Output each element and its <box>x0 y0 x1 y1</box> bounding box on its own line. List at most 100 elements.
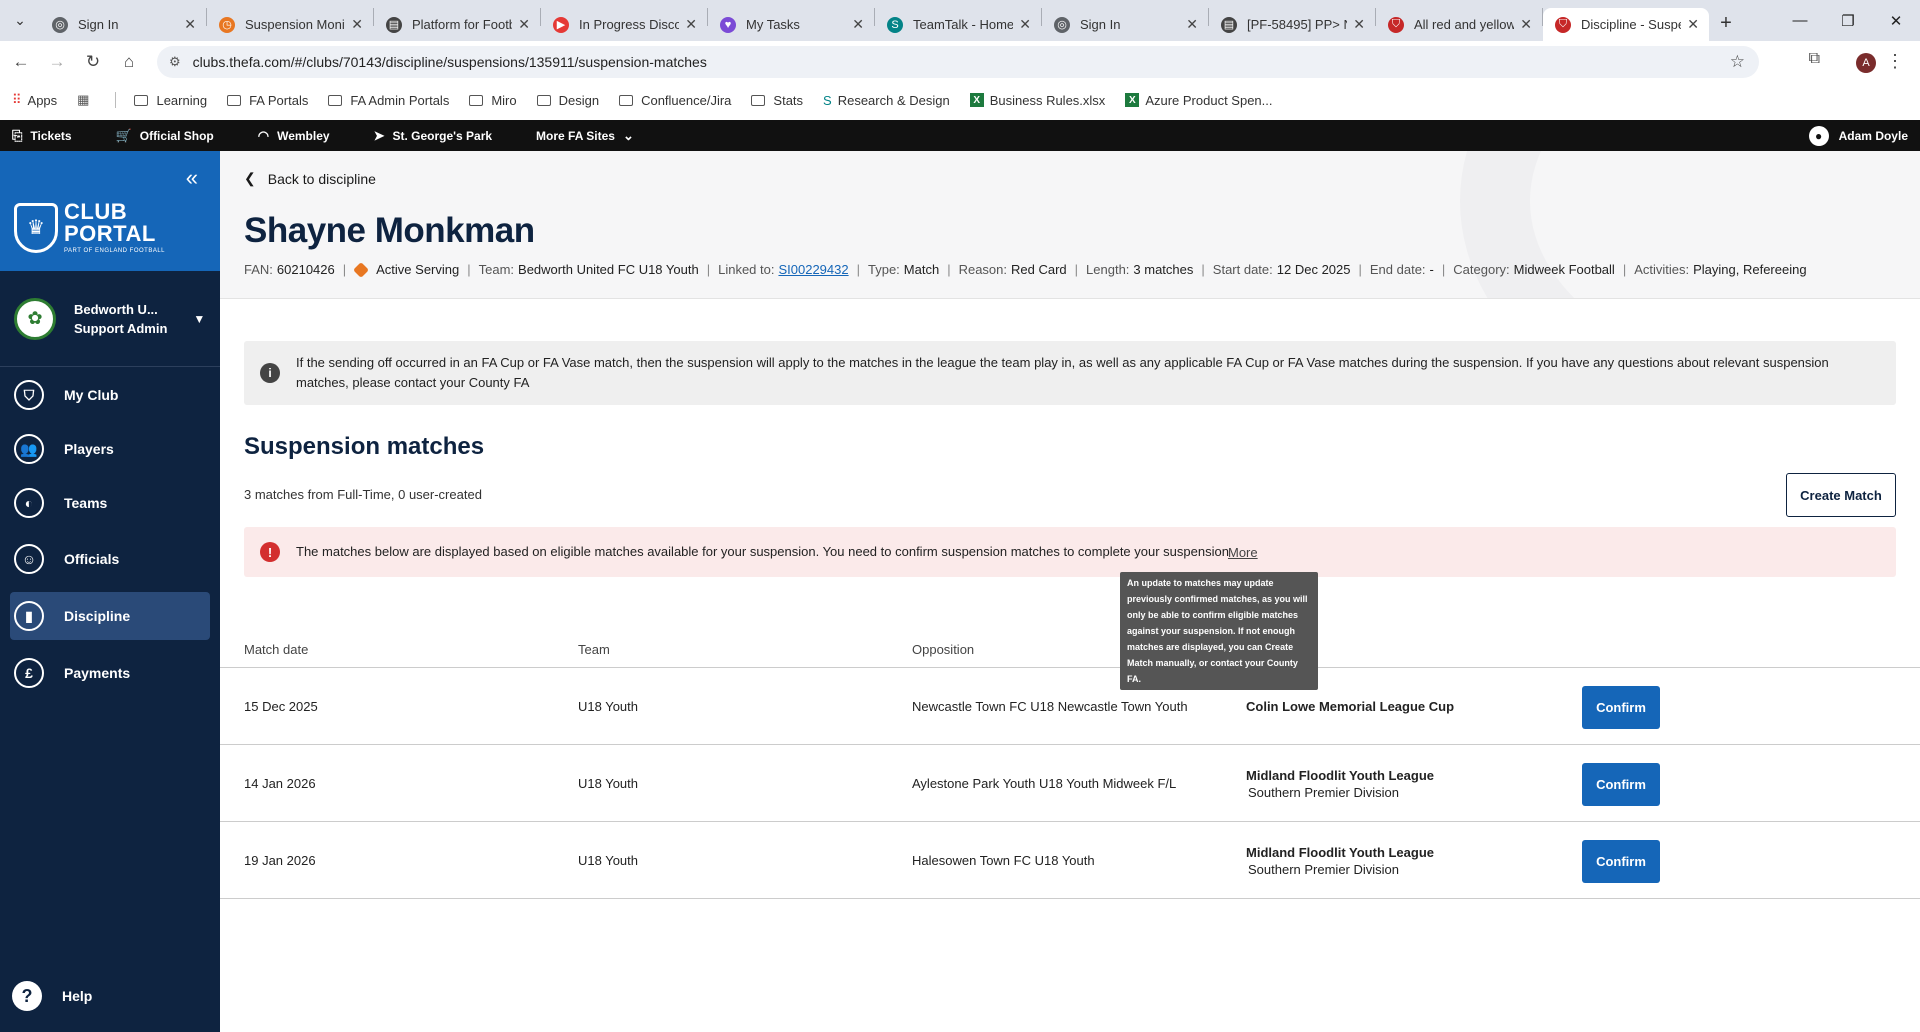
minimize-icon[interactable]: — <box>1776 0 1824 41</box>
bookmark-label: Stats <box>773 92 804 108</box>
close-tab-icon[interactable]: ✕ <box>1520 16 1532 33</box>
close-tab-icon[interactable]: ✕ <box>1186 16 1198 33</box>
user-icon: ● <box>1808 125 1829 146</box>
tab-favicon-icon: ⛉ <box>1555 16 1571 33</box>
browser-menu-icon[interactable]: ⋮ <box>1886 51 1904 72</box>
sidebar-item-discipline[interactable]: ▮ Discipline <box>10 592 210 640</box>
fa-link-tickets[interactable]: ⎘ Tickets <box>12 128 72 144</box>
tab-favicon-icon: S <box>887 16 903 33</box>
browser-tab[interactable]: ⛉ All red and yellow ✕ <box>1376 8 1542 41</box>
bookmark-item[interactable]: S Research & Design <box>823 93 950 108</box>
sidebar: « ♛ CLUB PORTAL PART OF ENGLAND FOOTBALL… <box>0 151 220 1032</box>
more-link[interactable]: More <box>1228 545 1258 560</box>
confirm-button[interactable]: Confirm <box>1582 840 1660 883</box>
bookmark-apps[interactable]: ⠿ Apps <box>12 92 57 108</box>
bookmark-star-icon[interactable]: ☆ <box>1730 52 1745 72</box>
close-tab-icon[interactable]: ✕ <box>518 16 530 33</box>
close-window-icon[interactable]: ✕ <box>1872 0 1920 41</box>
confirm-button[interactable]: Confirm <box>1582 686 1660 729</box>
browser-tab[interactable]: ▤ Platform for Footb ✕ <box>374 8 540 41</box>
close-tab-icon[interactable]: ✕ <box>1019 16 1031 33</box>
ticket-icon: ⎘ <box>12 127 23 143</box>
user-name: Adam Doyle <box>1838 128 1908 143</box>
bookmark-item[interactable]: X Business Rules.xlsx <box>969 93 1105 108</box>
fa-link-shop[interactable]: 🛒 Official Shop <box>116 128 214 144</box>
club-portal-logo[interactable]: ♛ CLUB PORTAL PART OF ENGLAND FOOTBALL <box>14 201 165 254</box>
sidebar-item-players[interactable]: 👥 Players <box>10 425 210 473</box>
new-tab-button[interactable]: + <box>1709 12 1743 35</box>
fa-link-wembley[interactable]: ◠ Wembley <box>258 128 330 144</box>
bookmark-item[interactable]: Learning <box>134 93 207 108</box>
sidebar-item-my-club[interactable]: ⛉ My Club <box>10 371 210 419</box>
bookmark-item[interactable]: Confluence/Jira <box>619 93 731 108</box>
pound-icon: £ <box>14 658 44 688</box>
bookmark-item[interactable]: X Azure Product Spen... <box>1125 92 1273 108</box>
bookmark-item[interactable]: Miro <box>469 93 517 108</box>
meta-separator: | <box>1622 262 1627 277</box>
bookmark-item[interactable]: Design <box>536 92 600 108</box>
bookmark-item[interactable]: FA Portals <box>227 93 308 108</box>
restore-icon[interactable]: ❐ <box>1824 0 1872 41</box>
close-tab-icon[interactable]: ✕ <box>685 16 697 33</box>
browser-tab[interactable]: ♥ My Tasks ✕ <box>708 8 874 41</box>
fa-more-sites-dropdown[interactable]: More FA Sites ⌄ <box>536 128 642 144</box>
fa-link-label: Official Shop <box>139 128 214 143</box>
confirm-button[interactable]: Confirm <box>1582 763 1660 806</box>
bookmark-label: Design <box>558 92 600 108</box>
collapse-sidebar-icon[interactable]: « <box>186 165 198 191</box>
help-link[interactable]: ? Help <box>12 981 92 1011</box>
match-date: 14 Jan 2026 <box>244 776 316 791</box>
profile-avatar[interactable]: A <box>1856 53 1876 73</box>
brand-header: « ♛ CLUB PORTAL PART OF ENGLAND FOOTBALL <box>0 151 220 271</box>
linked-suspension-link[interactable]: SI00229432 <box>778 262 848 277</box>
close-tab-icon[interactable]: ✕ <box>184 16 196 33</box>
table-row: 19 Jan 2026 U18 Youth Halesowen Town FC U1… <box>220 822 1920 899</box>
team-cell: U18 Youth <box>578 699 639 714</box>
browser-tab[interactable]: ▤ [PF-58495] PP> N ✕ <box>1209 8 1375 41</box>
browser-tab[interactable]: S TeamTalk - Home ✕ <box>875 8 1041 41</box>
bookmark-label: Azure Product Spen... <box>1145 92 1273 108</box>
home-icon[interactable]: ⌂ <box>114 52 144 72</box>
close-tab-icon[interactable]: ✕ <box>1353 16 1365 33</box>
url-field[interactable]: ⚙ clubs.thefa.com/#/clubs/70143/discipli… <box>157 46 1759 78</box>
fa-link-st-georges[interactable]: ➤ St. George's Park <box>374 128 492 144</box>
browser-tab[interactable]: ▶ In Progress Discov ✕ <box>541 8 707 41</box>
sidebar-item-payments[interactable]: £ Payments <box>10 649 210 697</box>
create-match-button[interactable]: Create Match <box>1786 473 1896 517</box>
end-date-value: - <box>1429 262 1434 277</box>
type-value: Match <box>903 262 940 277</box>
more-tooltip: An update to matches may update previous… <box>1120 572 1318 690</box>
club-switcher[interactable]: ✿ Bedworth U... Support Admin ▼ <box>0 271 220 367</box>
linked-label: Linked to: <box>718 262 775 277</box>
tab-search-chevron-icon[interactable]: ⌄ <box>0 0 40 41</box>
players-icon: 👥 <box>14 434 44 464</box>
tab-favicon-icon: ◷ <box>219 16 235 33</box>
back-arrow-icon[interactable]: ← <box>6 52 36 72</box>
fa-link-label: St. George's Park <box>392 128 493 143</box>
sidebar-item-officials[interactable]: ☺ Officials <box>10 535 210 583</box>
browser-tab[interactable]: ◎ Sign In ✕ <box>40 8 206 41</box>
close-tab-icon[interactable]: ✕ <box>852 16 864 33</box>
help-icon: ? <box>12 981 42 1011</box>
bookmark-item[interactable]: FA Admin Portals <box>328 93 449 108</box>
close-tab-icon[interactable]: ✕ <box>351 16 363 33</box>
reload-icon[interactable]: ↻ <box>78 52 108 72</box>
extensions-icon[interactable]: ⧉ <box>1809 50 1820 68</box>
back-to-discipline-link[interactable]: ❮ Back to discipline <box>244 170 376 187</box>
browser-tab[interactable]: ◎ Sign In ✕ <box>1042 8 1208 41</box>
bookmark-item[interactable]: Stats <box>751 93 803 108</box>
forward-arrow-icon[interactable]: → <box>42 52 72 72</box>
tab-groups-icon[interactable]: ▦ <box>77 92 95 108</box>
shield-icon: ⛉ <box>14 380 44 410</box>
close-tab-icon[interactable]: ✕ <box>1687 16 1699 33</box>
tab-favicon-icon: ◎ <box>52 16 68 33</box>
fa-link-label: Wembley <box>277 128 330 143</box>
browser-tab[interactable]: ◷ Suspension Monit ✕ <box>207 8 373 41</box>
browser-tab[interactable]: ⛉ Discipline - Suspe ✕ <box>1543 8 1709 41</box>
sidebar-item-label: Teams <box>64 495 108 511</box>
user-menu[interactable]: ● Adam Doyle <box>1808 125 1908 146</box>
sidebar-item-teams[interactable]: ◐ Teams <box>10 479 210 527</box>
site-settings-icon[interactable]: ⚙ <box>169 54 181 70</box>
back-label: Back to discipline <box>267 170 376 187</box>
tab-title: Platform for Footb <box>412 17 513 32</box>
